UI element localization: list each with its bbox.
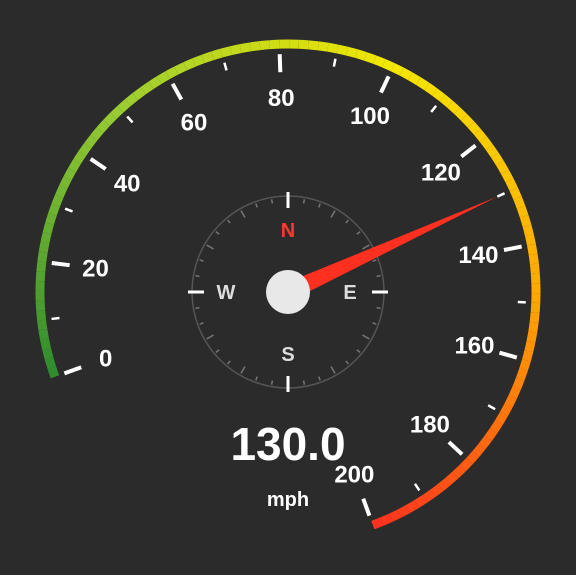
tick-label: 140 <box>458 242 498 269</box>
tick-label: 180 <box>410 411 450 438</box>
tick-label: 120 <box>421 160 461 187</box>
tick-label: 60 <box>181 109 208 136</box>
compass-label-s: S <box>281 344 294 366</box>
compass-label-n: N <box>281 220 295 242</box>
speed-unit: mph <box>267 489 309 511</box>
speedometer-gauge: 020406080100120140160180200 NESW 130.0 m… <box>0 0 576 575</box>
tick-label: 40 <box>114 171 141 198</box>
compass-label-w: W <box>217 282 236 304</box>
speed-value: 130.0 <box>230 418 345 470</box>
tick-label: 160 <box>454 332 494 359</box>
compass-label-e: E <box>343 282 356 304</box>
tick-label: 100 <box>350 103 390 130</box>
tick-label: 0 <box>99 345 112 372</box>
tick-label: 20 <box>82 255 109 282</box>
tick-label: 80 <box>268 85 295 112</box>
